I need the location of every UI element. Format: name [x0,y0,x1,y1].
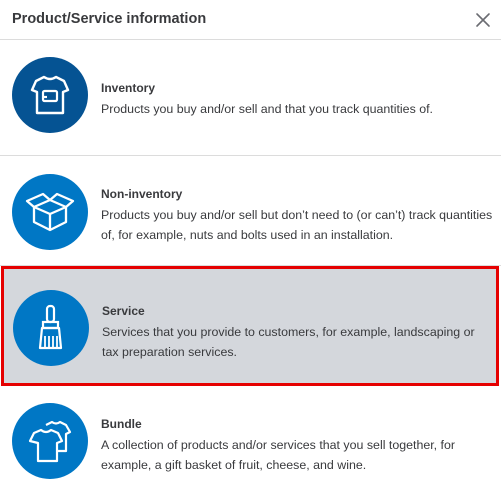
panel-header: Product/Service information [0,0,501,40]
option-description: A collection of products and/or services… [101,438,456,472]
option-text: Bundle A collection of products and/or s… [101,416,493,475]
option-text: Inventory Products you buy and/or sell a… [101,80,493,119]
option-description: Services that you provide to customers, … [102,325,475,359]
close-button[interactable] [474,11,492,29]
open-box-icon [12,174,88,250]
option-title: Inventory [101,81,156,95]
close-icon [476,13,490,27]
option-text: Service Services that you provide to cus… [102,303,488,362]
panel-title: Product/Service information [12,11,207,27]
option-description: Products you buy and/or sell and that yo… [101,102,433,116]
product-service-panel: Product/Service information Inventory Pr… [0,0,501,503]
option-inventory[interactable]: Inventory Products you buy and/or sell a… [0,40,501,156]
option-bundle[interactable]: Bundle A collection of products and/or s… [0,386,501,503]
option-text: Non-inventory Products you buy and/or se… [101,186,493,245]
tshirt-box-icon [12,57,88,133]
paintbrush-icon [13,290,89,366]
option-title: Service [102,304,145,318]
option-title: Bundle [101,417,142,431]
option-service[interactable]: Service Services that you provide to cus… [1,266,499,386]
shirts-bundle-icon [12,403,88,479]
option-description: Products you buy and/or sell but don’t n… [101,208,493,242]
option-title: Non-inventory [101,187,183,201]
option-non-inventory[interactable]: Non-inventory Products you buy and/or se… [0,156,501,266]
